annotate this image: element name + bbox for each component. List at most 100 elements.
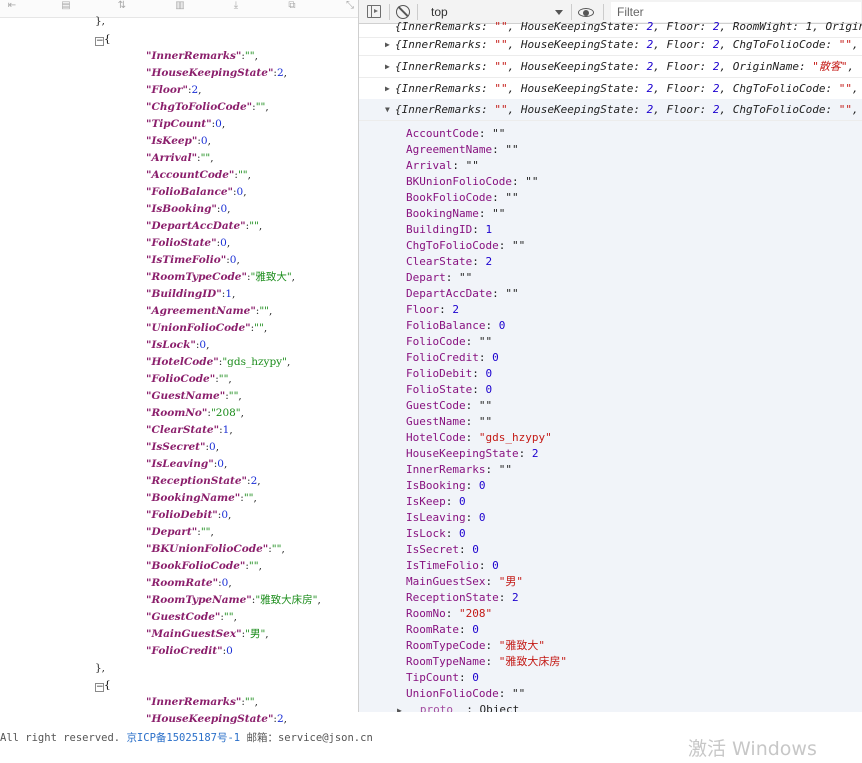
property-value: "208" bbox=[459, 607, 493, 620]
property-value: "雅致大床房" bbox=[498, 655, 567, 668]
delete-icon[interactable]: ▥ bbox=[174, 0, 186, 12]
json-key: "IsSecret" bbox=[146, 441, 206, 453]
object-preview: {InnerRemarks: "", HouseKeepingState: 2,… bbox=[395, 78, 859, 99]
preview-part: , HouseKeepingState: bbox=[507, 20, 647, 33]
footer-mail-label: 邮箱： bbox=[240, 732, 278, 744]
json-key: "BKUnionFolioCode" bbox=[146, 543, 269, 555]
property-value: "" bbox=[525, 175, 539, 188]
collapse-toggle[interactable]: − bbox=[95, 683, 104, 692]
property-key: InnerRemarks bbox=[406, 463, 486, 476]
property-value: 0 bbox=[459, 527, 466, 540]
property-value: "" bbox=[505, 191, 519, 204]
preview-part: 2 bbox=[712, 60, 720, 73]
preview-part: 2 bbox=[712, 38, 720, 51]
json-field: "IsSecret":0, bbox=[146, 441, 220, 453]
object-property: AccountCode: "" bbox=[406, 127, 506, 140]
json-object-close: }, bbox=[95, 662, 106, 674]
json-value: 0 bbox=[226, 645, 233, 657]
json-value: "男" bbox=[245, 628, 266, 640]
json-key: "IsKeep" bbox=[146, 135, 198, 147]
property-value: "" bbox=[505, 143, 519, 156]
json-key: "BuildingID" bbox=[146, 288, 222, 300]
json-value: "" bbox=[271, 543, 282, 555]
property-key: FolioCode bbox=[406, 335, 466, 348]
object-property: FolioDebit: 0 bbox=[406, 367, 493, 380]
preview-part: , HouseKeepingState: bbox=[507, 103, 647, 116]
object-property: AgreementName: "" bbox=[406, 143, 519, 156]
json-value: 0 bbox=[217, 458, 224, 470]
sort-icon[interactable]: ⇅ bbox=[116, 0, 128, 12]
json-value: "" bbox=[255, 101, 266, 113]
property-value: 2 bbox=[531, 447, 539, 460]
json-field: "BuildingID":1, bbox=[146, 288, 236, 300]
json-field: "HouseKeepingState":2, bbox=[146, 713, 287, 725]
object-property: BookFolioCode: "" bbox=[406, 191, 519, 204]
json-object-open: −{ bbox=[95, 679, 111, 692]
property-value: 0 bbox=[485, 383, 493, 396]
json-field: "TipCount":0, bbox=[146, 118, 226, 130]
collapse-triangle-icon[interactable]: ▼ bbox=[385, 99, 390, 120]
json-key: "FolioCode" bbox=[146, 373, 216, 385]
object-property: IsTimeFolio: 0 bbox=[406, 559, 499, 572]
excel-icon[interactable]: ▤ bbox=[60, 0, 72, 12]
json-key: "RoomRate" bbox=[146, 577, 219, 589]
property-key: Arrival bbox=[406, 159, 453, 172]
expand-triangle-icon[interactable]: ▶ bbox=[397, 706, 407, 712]
property-value: "" bbox=[478, 399, 493, 412]
object-property: IsKeep: 0 bbox=[406, 495, 466, 508]
property-key: RoomNo bbox=[406, 607, 446, 620]
object-property: RoomTypeName: "雅致大床房" bbox=[406, 655, 567, 668]
preview-part: , ChgToFolioCode: bbox=[719, 38, 839, 51]
console-object-row[interactable]: ▶ {InnerRemarks: "", HouseKeepingState: 2… bbox=[359, 78, 862, 100]
property-key: FolioBalance bbox=[406, 319, 486, 332]
expand-triangle-icon[interactable]: ▶ bbox=[385, 56, 390, 77]
json-key: "ReceptionState" bbox=[146, 475, 248, 487]
json-value: "" bbox=[249, 220, 259, 232]
json-value: "雅致大床房" bbox=[255, 594, 318, 606]
preview-part: 2 bbox=[712, 82, 720, 95]
property-value: 0 bbox=[492, 559, 499, 572]
object-property: RoomNo: "208" bbox=[406, 607, 493, 620]
object-property: Depart: "" bbox=[406, 271, 473, 284]
property-key: ReceptionState bbox=[406, 591, 499, 604]
expand-icon[interactable]: ⤡ bbox=[344, 0, 356, 12]
icp-link[interactable]: 京ICP备15025187号-1 bbox=[126, 732, 240, 744]
property-value: 0 bbox=[472, 623, 479, 636]
object-property: RoomRate: 0 bbox=[406, 623, 479, 636]
collapse-toggle[interactable]: − bbox=[95, 37, 104, 46]
console-object-row[interactable]: ▶ {InnerRemarks: "", HouseKeepingState: 2… bbox=[359, 56, 862, 78]
download-icon[interactable]: ⤓ bbox=[230, 0, 242, 12]
property-value: "" bbox=[478, 415, 493, 428]
json-key: "IsBooking" bbox=[146, 203, 217, 215]
preview-part: "" bbox=[494, 38, 508, 51]
console-object-row[interactable]: ▶ {InnerRemarks: "", HouseKeepingState: 2… bbox=[359, 34, 862, 56]
proto-row[interactable]: ▶ __proto__: Object bbox=[397, 702, 519, 712]
copy-icon[interactable]: ⧉ bbox=[286, 0, 298, 12]
object-property: ReceptionState: 2 bbox=[406, 591, 519, 604]
property-key: IsLeaving bbox=[406, 511, 466, 524]
object-property: HotelCode: "gds_hzypy" bbox=[406, 431, 552, 444]
property-key: TipCount bbox=[406, 671, 459, 684]
property-value: 0 bbox=[485, 367, 493, 380]
object-property: UnionFolioCode: "" bbox=[406, 687, 526, 700]
json-field: "RoomRate":0, bbox=[146, 577, 232, 589]
property-value: "" bbox=[459, 271, 473, 284]
json-field: "FolioBalance":0, bbox=[146, 186, 247, 198]
preview-part: "散客" bbox=[812, 60, 848, 73]
property-key: FolioCredit bbox=[406, 351, 479, 364]
property-value: 2 bbox=[511, 591, 519, 604]
expand-triangle-icon[interactable]: ▶ bbox=[385, 78, 390, 99]
devtools-console: top {InnerRemarks: "", HouseKeepingState… bbox=[358, 0, 862, 712]
json-field: "IsTimeFolio":0, bbox=[146, 254, 240, 266]
preview-part: 2 bbox=[712, 103, 720, 116]
json-value: "" bbox=[218, 373, 229, 385]
expanded-object-header[interactable]: ▼ {InnerRemarks: "", HouseKeepingState: 2… bbox=[359, 99, 862, 121]
json-key: "RoomTypeCode" bbox=[146, 271, 247, 283]
json-key: "HouseKeepingState" bbox=[146, 713, 274, 725]
json-value: "" bbox=[254, 322, 264, 334]
expand-triangle-icon[interactable]: ▶ bbox=[385, 34, 390, 55]
json-field: "AccountCode":"", bbox=[146, 169, 251, 181]
property-key: AccountCode bbox=[406, 127, 479, 140]
json-toolbar: ⇤ ▤ ⇅ ▥ ⤓ ⧉ ⤡ bbox=[0, 0, 358, 18]
collapse-icon[interactable]: ⇤ bbox=[6, 0, 18, 12]
